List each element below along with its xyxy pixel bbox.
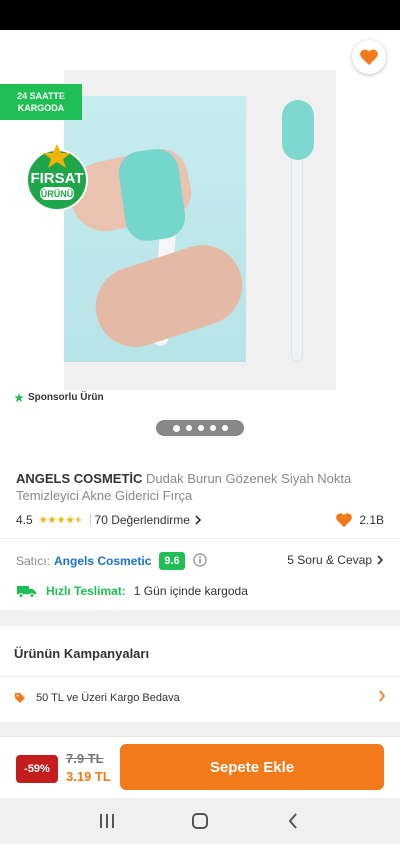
chevron-right-icon xyxy=(377,555,384,565)
back-arrow-icon xyxy=(20,51,36,65)
delivery-row: Hızlı Teslimat: 1 Gün içinde kargoda xyxy=(16,583,248,599)
add-to-cart-button[interactable]: Sepete Ekle xyxy=(120,744,384,790)
gallery-dot[interactable] xyxy=(197,425,204,431)
heart-icon xyxy=(360,49,378,65)
section-divider xyxy=(0,610,400,626)
campaigns-title: Ürünün Kampanyaları xyxy=(14,646,150,661)
gallery-dot[interactable] xyxy=(185,425,192,431)
top-bar xyxy=(0,30,400,86)
chevron-right-icon xyxy=(379,690,386,702)
home-icon xyxy=(191,813,208,829)
purchase-bar: -59% 7.9 TL 3.19 TL Sepete Ekle xyxy=(0,736,400,798)
system-nav-bar xyxy=(0,798,400,844)
back-button[interactable] xyxy=(12,42,44,74)
home-button[interactable] xyxy=(180,801,220,841)
seller-name-link[interactable]: Angels Cosmetic xyxy=(54,554,151,568)
truck-icon xyxy=(17,586,36,598)
favorite-button[interactable] xyxy=(352,40,386,74)
share-icon xyxy=(310,49,326,67)
product-gallery[interactable]: 24 SAATTE KARGODA FIRSAT ÜRÜNÜ Sponsorlu… xyxy=(0,30,400,450)
system-back-button[interactable] xyxy=(273,801,313,841)
sponsored-label: Sponsorlu Ürün xyxy=(14,392,104,403)
opportunity-badge: FIRSAT ÜRÜNÜ xyxy=(22,142,92,212)
svg-text:ÜRÜNÜ: ÜRÜNÜ xyxy=(41,189,74,199)
product-brand[interactable]: ANGELS COSMETİC xyxy=(16,471,142,486)
rating-stars: ★★★★★★ xyxy=(38,514,84,526)
svg-text:FIRSAT: FIRSAT xyxy=(30,170,83,187)
product-info: ANGELS COSMETİC Dudak Burun Gözenek Siya… xyxy=(0,452,400,538)
info-button[interactable] xyxy=(193,552,207,570)
discount-badge: -59% xyxy=(16,755,58,783)
tag-icon xyxy=(15,693,25,703)
opportunity-badge-graphic: FIRSAT ÜRÜNÜ xyxy=(26,144,88,211)
heart-icon xyxy=(336,513,353,528)
star-icon xyxy=(14,392,24,402)
section-divider xyxy=(0,722,400,736)
share-button[interactable] xyxy=(302,42,334,74)
chevron-right-icon xyxy=(195,515,202,525)
product-image-inset xyxy=(64,96,246,362)
nav-back-icon xyxy=(288,813,298,829)
seller-row: Satıcı: Angels Cosmetic 9.6 5 Soru & Cev… xyxy=(16,551,384,571)
info-icon xyxy=(193,552,207,567)
recents-button[interactable] xyxy=(87,801,127,841)
current-price: 3.19 TL xyxy=(66,769,111,784)
brush-head xyxy=(282,100,314,160)
gallery-dot[interactable] xyxy=(172,424,180,432)
gallery-dot[interactable] xyxy=(209,425,216,431)
gallery-dot[interactable] xyxy=(221,425,228,431)
product-title: ANGELS COSMETİC Dudak Burun Gözenek Siya… xyxy=(16,470,386,504)
seller-score-badge: 9.6 xyxy=(159,552,185,570)
likes-count[interactable]: 2.1B xyxy=(335,512,384,528)
reviews-link[interactable]: 70 Değerlendirme xyxy=(95,513,202,527)
gallery-pagination[interactable] xyxy=(156,420,244,436)
fast-shipping-badge: 24 SAATTE KARGODA xyxy=(0,84,82,120)
rating-value: 4.5 xyxy=(16,513,33,527)
old-price: 7.9 TL xyxy=(66,751,104,766)
qa-link[interactable]: 5 Soru & Cevap xyxy=(287,553,384,567)
recents-icon xyxy=(99,814,114,828)
rating-row: 4.5 ★★★★★★ 70 Değerlendirme 2.1B xyxy=(16,512,384,528)
campaigns-section: Ürünün Kampanyaları 50 TL ve Üzeri Kargo… xyxy=(0,626,400,722)
status-bar xyxy=(0,0,400,30)
campaign-item[interactable]: 50 TL ve Üzeri Kargo Bedava xyxy=(14,688,386,708)
brush-handle xyxy=(291,152,303,362)
seller-section: Satıcı: Angels Cosmetic 9.6 5 Soru & Cev… xyxy=(0,538,400,610)
